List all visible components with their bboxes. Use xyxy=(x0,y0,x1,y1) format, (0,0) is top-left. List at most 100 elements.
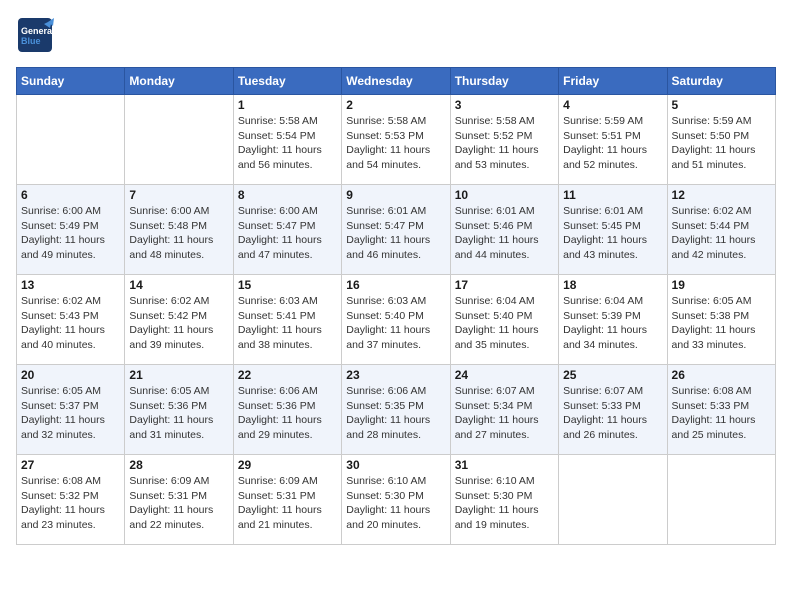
day-info: Sunrise: 6:02 AMSunset: 5:43 PMDaylight:… xyxy=(21,294,120,353)
calendar-cell: 1 Sunrise: 5:58 AMSunset: 5:54 PMDaylight… xyxy=(233,95,341,185)
day-info: Sunrise: 6:05 AMSunset: 5:37 PMDaylight:… xyxy=(21,384,120,443)
calendar-cell: 26Sunrise: 6:08 AMSunset: 5:33 PMDayligh… xyxy=(667,365,775,455)
calendar-cell: 22 Sunrise: 6:06 AMSunset: 5:36 PMDayligh… xyxy=(233,365,341,455)
calendar-table: SundayMondayTuesdayWednesdayThursdayFrid… xyxy=(16,67,776,545)
calendar-cell: 12 Sunrise: 6:02 AMSunset: 5:44 PMDayligh… xyxy=(667,185,775,275)
calendar-week-row: 1 Sunrise: 5:58 AMSunset: 5:54 PMDaylight… xyxy=(17,95,776,185)
day-info: Sunrise: 5:59 AMSunset: 5:51 PMDaylight:… xyxy=(563,114,662,173)
calendar-cell: 2 Sunrise: 5:58 AMSunset: 5:53 PMDaylight… xyxy=(342,95,450,185)
day-number: 10 xyxy=(455,188,554,202)
day-info: Sunrise: 6:00 AMSunset: 5:47 PMDaylight:… xyxy=(238,204,337,263)
calendar-cell: 30Sunrise: 6:10 AMSunset: 5:30 PMDayligh… xyxy=(342,455,450,545)
day-number: 19 xyxy=(672,278,771,292)
day-number: 1 xyxy=(238,98,337,112)
day-info: Sunrise: 6:02 AMSunset: 5:44 PMDaylight:… xyxy=(672,204,771,263)
calendar-cell: 3 Sunrise: 5:58 AMSunset: 5:52 PMDaylight… xyxy=(450,95,558,185)
calendar-cell xyxy=(17,95,125,185)
calendar-cell: 9 Sunrise: 6:01 AMSunset: 5:47 PMDaylight… xyxy=(342,185,450,275)
calendar-cell: 31 Sunrise: 6:10 AMSunset: 5:30 PMDayligh… xyxy=(450,455,558,545)
calendar-cell: 28 Sunrise: 6:09 AMSunset: 5:31 PMDayligh… xyxy=(125,455,233,545)
day-number: 17 xyxy=(455,278,554,292)
calendar-cell: 11 Sunrise: 6:01 AMSunset: 5:45 PMDayligh… xyxy=(559,185,667,275)
calendar-cell: 14Sunrise: 6:02 AMSunset: 5:42 PMDayligh… xyxy=(125,275,233,365)
calendar-cell: 16 Sunrise: 6:03 AMSunset: 5:40 PMDayligh… xyxy=(342,275,450,365)
day-info: Sunrise: 6:03 AMSunset: 5:40 PMDaylight:… xyxy=(346,294,445,353)
day-number: 16 xyxy=(346,278,445,292)
calendar-cell: 21Sunrise: 6:05 AMSunset: 5:36 PMDayligh… xyxy=(125,365,233,455)
day-number: 20 xyxy=(21,368,120,382)
day-info: Sunrise: 6:10 AMSunset: 5:30 PMDaylight:… xyxy=(455,474,554,533)
logo: General Blue xyxy=(16,16,54,59)
day-number: 29 xyxy=(238,458,337,472)
day-number: 8 xyxy=(238,188,337,202)
day-info: Sunrise: 6:07 AMSunset: 5:34 PMDaylight:… xyxy=(455,384,554,443)
day-info: Sunrise: 6:06 AMSunset: 5:35 PMDaylight:… xyxy=(346,384,445,443)
day-info: Sunrise: 5:58 AMSunset: 5:53 PMDaylight:… xyxy=(346,114,445,173)
day-info: Sunrise: 5:58 AMSunset: 5:52 PMDaylight:… xyxy=(455,114,554,173)
day-info: Sunrise: 6:05 AMSunset: 5:36 PMDaylight:… xyxy=(129,384,228,443)
day-number: 12 xyxy=(672,188,771,202)
calendar-week-row: 6 Sunrise: 6:00 AMSunset: 5:49 PMDaylight… xyxy=(17,185,776,275)
calendar-cell: 8 Sunrise: 6:00 AMSunset: 5:47 PMDaylight… xyxy=(233,185,341,275)
day-info: Sunrise: 6:09 AMSunset: 5:31 PMDaylight:… xyxy=(238,474,337,533)
day-number: 6 xyxy=(21,188,120,202)
weekday-header-wednesday: Wednesday xyxy=(342,68,450,95)
day-info: Sunrise: 6:07 AMSunset: 5:33 PMDaylight:… xyxy=(563,384,662,443)
day-info: Sunrise: 6:03 AMSunset: 5:41 PMDaylight:… xyxy=(238,294,337,353)
day-info: Sunrise: 5:59 AMSunset: 5:50 PMDaylight:… xyxy=(672,114,771,173)
calendar-cell: 7Sunrise: 6:00 AMSunset: 5:48 PMDaylight… xyxy=(125,185,233,275)
day-info: Sunrise: 5:58 AMSunset: 5:54 PMDaylight:… xyxy=(238,114,337,173)
calendar-cell: 5 Sunrise: 5:59 AMSunset: 5:50 PMDaylight… xyxy=(667,95,775,185)
day-info: Sunrise: 6:09 AMSunset: 5:31 PMDaylight:… xyxy=(129,474,228,533)
day-number: 4 xyxy=(563,98,662,112)
day-number: 30 xyxy=(346,458,445,472)
day-number: 25 xyxy=(563,368,662,382)
day-info: Sunrise: 6:01 AMSunset: 5:45 PMDaylight:… xyxy=(563,204,662,263)
day-info: Sunrise: 6:01 AMSunset: 5:46 PMDaylight:… xyxy=(455,204,554,263)
weekday-header-sunday: Sunday xyxy=(17,68,125,95)
day-number: 2 xyxy=(346,98,445,112)
day-number: 5 xyxy=(672,98,771,112)
day-info: Sunrise: 6:00 AMSunset: 5:48 PMDaylight:… xyxy=(129,204,228,263)
calendar-cell: 6 Sunrise: 6:00 AMSunset: 5:49 PMDaylight… xyxy=(17,185,125,275)
calendar-cell: 27Sunrise: 6:08 AMSunset: 5:32 PMDayligh… xyxy=(17,455,125,545)
logo-icon: General Blue xyxy=(16,16,54,59)
weekday-header-monday: Monday xyxy=(125,68,233,95)
calendar-cell: 23Sunrise: 6:06 AMSunset: 5:35 PMDayligh… xyxy=(342,365,450,455)
calendar-cell: 10 Sunrise: 6:01 AMSunset: 5:46 PMDayligh… xyxy=(450,185,558,275)
day-number: 28 xyxy=(129,458,228,472)
day-number: 3 xyxy=(455,98,554,112)
day-info: Sunrise: 6:04 AMSunset: 5:39 PMDaylight:… xyxy=(563,294,662,353)
calendar-cell xyxy=(559,455,667,545)
day-info: Sunrise: 6:04 AMSunset: 5:40 PMDaylight:… xyxy=(455,294,554,353)
day-info: Sunrise: 6:01 AMSunset: 5:47 PMDaylight:… xyxy=(346,204,445,263)
day-number: 27 xyxy=(21,458,120,472)
calendar-cell: 29 Sunrise: 6:09 AMSunset: 5:31 PMDayligh… xyxy=(233,455,341,545)
day-info: Sunrise: 6:00 AMSunset: 5:49 PMDaylight:… xyxy=(21,204,120,263)
day-number: 26 xyxy=(672,368,771,382)
day-number: 24 xyxy=(455,368,554,382)
day-number: 11 xyxy=(563,188,662,202)
day-number: 31 xyxy=(455,458,554,472)
day-number: 9 xyxy=(346,188,445,202)
day-number: 14 xyxy=(129,278,228,292)
day-number: 22 xyxy=(238,368,337,382)
calendar-week-row: 20 Sunrise: 6:05 AMSunset: 5:37 PMDayligh… xyxy=(17,365,776,455)
page-header: General Blue xyxy=(16,16,776,59)
day-number: 18 xyxy=(563,278,662,292)
day-info: Sunrise: 6:05 AMSunset: 5:38 PMDaylight:… xyxy=(672,294,771,353)
calendar-cell: 24 Sunrise: 6:07 AMSunset: 5:34 PMDayligh… xyxy=(450,365,558,455)
weekday-header-tuesday: Tuesday xyxy=(233,68,341,95)
weekday-header-saturday: Saturday xyxy=(667,68,775,95)
calendar-week-row: 13Sunrise: 6:02 AMSunset: 5:43 PMDayligh… xyxy=(17,275,776,365)
calendar-cell: 18 Sunrise: 6:04 AMSunset: 5:39 PMDayligh… xyxy=(559,275,667,365)
weekday-header-friday: Friday xyxy=(559,68,667,95)
calendar-cell: 25 Sunrise: 6:07 AMSunset: 5:33 PMDayligh… xyxy=(559,365,667,455)
calendar-cell xyxy=(125,95,233,185)
svg-text:Blue: Blue xyxy=(21,36,41,46)
calendar-cell: 15Sunrise: 6:03 AMSunset: 5:41 PMDayligh… xyxy=(233,275,341,365)
calendar-cell: 13Sunrise: 6:02 AMSunset: 5:43 PMDayligh… xyxy=(17,275,125,365)
weekday-header-thursday: Thursday xyxy=(450,68,558,95)
day-info: Sunrise: 6:06 AMSunset: 5:36 PMDaylight:… xyxy=(238,384,337,443)
calendar-week-row: 27Sunrise: 6:08 AMSunset: 5:32 PMDayligh… xyxy=(17,455,776,545)
